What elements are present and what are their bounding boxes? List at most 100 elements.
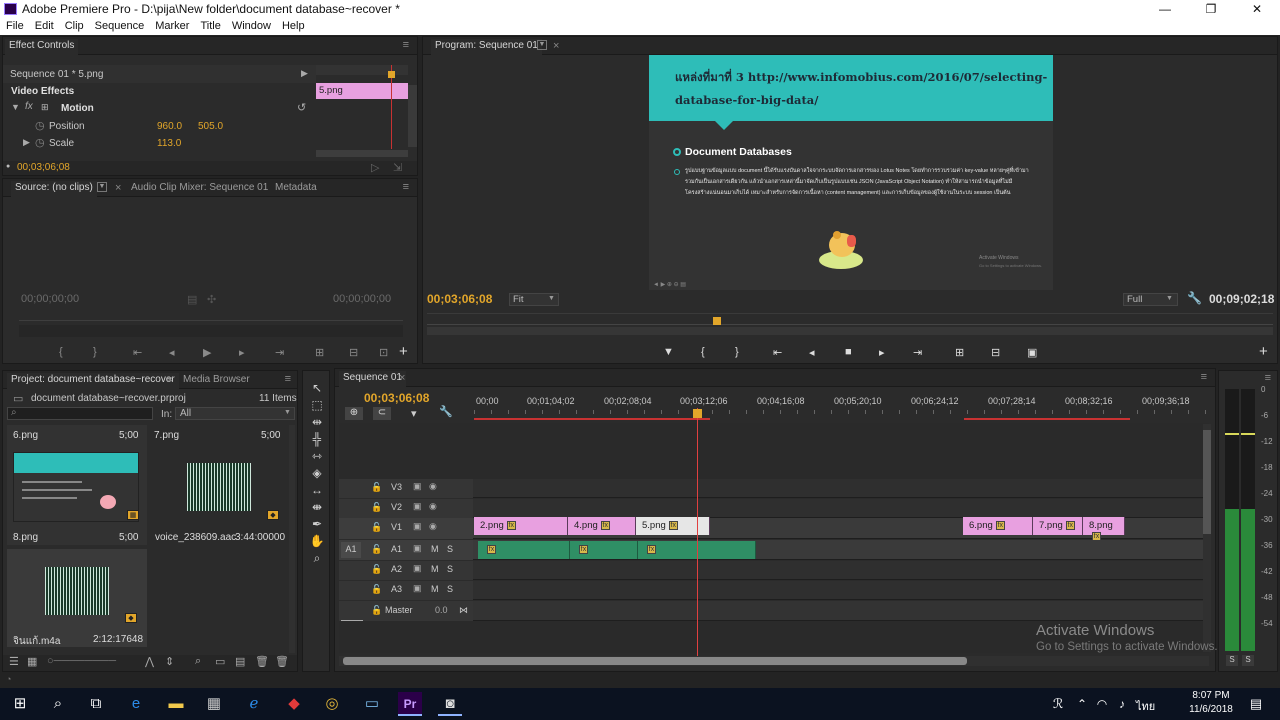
ec-timecode[interactable]: 00;03;06;08 xyxy=(17,162,70,173)
project-item[interactable]: 6.png 5;00 ▦ 8.png 5;00 xyxy=(7,425,147,545)
sync-lock-icon[interactable]: ▣ xyxy=(413,481,422,492)
track-name-a3[interactable]: A3 xyxy=(391,584,402,594)
export-frame-icon[interactable]: ⊡ xyxy=(379,346,388,359)
panel-menu-icon[interactable]: ≡ xyxy=(403,181,409,193)
play-arrow-icon[interactable]: ▶ xyxy=(301,68,308,79)
program-timecode[interactable]: 00;03;06;08 xyxy=(427,292,492,306)
play-icon[interactable]: ▶ xyxy=(203,346,211,359)
go-to-out-icon[interactable]: ⇥ xyxy=(275,346,284,359)
program-zoom-scrollbar[interactable] xyxy=(427,327,1273,335)
minimize-button[interactable]: — xyxy=(1142,0,1188,18)
lock-icon[interactable]: 🔓 xyxy=(371,544,382,555)
sync-lock-icon[interactable]: ▣ xyxy=(413,563,422,574)
lift-icon[interactable]: ⊞ xyxy=(955,346,964,359)
project-item[interactable]: 7.png 5;00 ◆ voice_238609.aac 3:44:00000 xyxy=(149,425,289,545)
add-button-icon[interactable]: + xyxy=(1259,343,1268,360)
notifications-icon[interactable]: ▤ xyxy=(1244,692,1268,716)
mute-button[interactable]: M xyxy=(431,544,439,554)
lock-icon[interactable]: 🔓 xyxy=(371,584,382,595)
clip-8png[interactable]: 8.pngfx xyxy=(1083,517,1125,541)
step-forward-icon[interactable]: ▸ xyxy=(879,346,885,359)
track-name-v2[interactable]: V2 xyxy=(391,502,402,512)
overwrite-icon[interactable]: ⊟ xyxy=(349,346,358,359)
zoom-tool-icon[interactable]: ⌕ xyxy=(309,551,325,567)
project-scrollbar[interactable] xyxy=(289,425,295,653)
master-volume[interactable]: 0.0 xyxy=(435,605,448,615)
panel-menu-icon[interactable]: ≡ xyxy=(1265,372,1271,384)
mark-in-icon[interactable]: { xyxy=(59,346,63,358)
program-playhead-marker[interactable] xyxy=(713,317,721,325)
new-bin-icon[interactable]: ▭ xyxy=(215,655,225,668)
quality-dropdown[interactable]: Full ▼ xyxy=(1123,293,1178,306)
clip-6png[interactable]: 6.png fx xyxy=(963,517,1033,535)
add-button-icon[interactable]: + xyxy=(399,343,408,360)
solo-button[interactable]: S xyxy=(447,584,453,594)
chrome-icon[interactable]: ◎ xyxy=(320,692,344,716)
track-name-v3[interactable]: V3 xyxy=(391,482,402,492)
stop-icon[interactable]: ■ xyxy=(845,346,852,358)
zoom-slider[interactable]: ○──────── xyxy=(47,655,116,667)
close-program-tab-icon[interactable]: × xyxy=(553,40,559,52)
fit-dropdown[interactable]: Fit ▼ xyxy=(509,293,559,306)
tab-metadata[interactable]: Metadata xyxy=(271,181,321,197)
extract-icon[interactable]: ⊟ xyxy=(991,346,1000,359)
screen-capture-icon[interactable]: ◙ xyxy=(438,692,462,716)
clip-7png[interactable]: 7.png fx xyxy=(1033,517,1083,535)
track-select-tool-icon[interactable]: ⬚ xyxy=(309,398,325,414)
app-red-icon[interactable]: ◆ xyxy=(282,692,306,716)
solo-button[interactable]: S xyxy=(447,544,453,554)
track-name-v1[interactable]: V1 xyxy=(391,522,402,532)
premiere-taskbar-icon[interactable]: Pr xyxy=(398,692,422,716)
slip-tool-icon[interactable]: ↔ xyxy=(309,483,325,499)
sync-lock-icon[interactable]: ▣ xyxy=(413,583,422,594)
panel-menu-icon[interactable]: ≡ xyxy=(403,39,409,51)
ripple-edit-tool-icon[interactable]: ⇹ xyxy=(309,415,325,431)
clear-icon[interactable]: 🗑 xyxy=(255,655,269,668)
ec-play-icon[interactable]: ▷ xyxy=(371,161,379,174)
timeline-settings-icon[interactable]: 🔧 xyxy=(439,405,453,418)
stopwatch-icon[interactable]: ◷ xyxy=(35,136,45,149)
source-dropdown-icon[interactable]: ▼ xyxy=(97,182,107,192)
timeline-v-scrollbar[interactable] xyxy=(1203,424,1211,652)
rate-stretch-tool-icon[interactable]: ⇿ xyxy=(309,449,325,465)
timeline-playhead-marker[interactable] xyxy=(693,409,702,418)
source-safe-margins-icon[interactable]: ▤ xyxy=(187,293,197,306)
solo-right-button[interactable]: S xyxy=(1242,655,1254,666)
volume-icon[interactable]: ♪ xyxy=(1110,692,1134,716)
solo-left-button[interactable]: S xyxy=(1226,655,1238,666)
people-icon[interactable]: ℛ xyxy=(1046,692,1070,716)
menu-help[interactable]: Help xyxy=(276,18,310,32)
sort-icon[interactable]: ⋀ xyxy=(145,655,154,668)
store-icon[interactable]: ▦ xyxy=(202,692,226,716)
add-marker-icon[interactable]: ▼ xyxy=(663,346,674,358)
in-dropdown[interactable]: All ▼ xyxy=(175,407,295,420)
source-ruler[interactable] xyxy=(19,311,403,321)
lock-icon[interactable]: 🔓 xyxy=(371,564,382,575)
file-explorer-icon[interactable]: ▬ xyxy=(164,692,188,716)
automate-sequence-icon[interactable]: ⇕ xyxy=(165,655,174,668)
eye-icon[interactable]: ◉ xyxy=(429,481,437,492)
new-item-icon[interactable]: ▤ xyxy=(235,655,245,668)
internet-explorer-icon[interactable]: ℯ xyxy=(242,692,266,716)
stopwatch-icon[interactable]: ◷ xyxy=(35,119,45,132)
go-to-edit-icon[interactable]: ⋈ xyxy=(459,605,468,616)
position-x-value[interactable]: 960.0 xyxy=(157,121,182,132)
menu-marker[interactable]: Marker xyxy=(149,18,194,32)
mark-out-icon[interactable]: } xyxy=(93,346,97,358)
ec-export-icon[interactable]: ⇲ xyxy=(393,161,402,174)
ec-scrollbar[interactable] xyxy=(408,85,417,147)
menu-clip[interactable]: Clip xyxy=(59,18,89,32)
mute-button[interactable]: M xyxy=(431,584,439,594)
ec-playhead-marker[interactable] xyxy=(388,71,395,78)
menu-sequence[interactable]: Sequence xyxy=(89,18,150,32)
track-name-a2[interactable]: A2 xyxy=(391,564,402,574)
language-indicator[interactable]: ไทย xyxy=(1136,697,1155,715)
source-tc-left[interactable]: 00;00;00;00 xyxy=(21,293,79,305)
close-source-tab-icon[interactable]: × xyxy=(115,182,121,194)
export-frame-icon[interactable]: ▣ xyxy=(1027,346,1037,359)
program-dropdown-icon[interactable]: ▼ xyxy=(537,40,547,50)
tab-media-browser[interactable]: Media Browser xyxy=(179,373,254,389)
position-y-value[interactable]: 505.0 xyxy=(198,121,223,132)
sync-lock-icon[interactable]: ▣ xyxy=(413,521,422,532)
menu-edit[interactable]: Edit xyxy=(29,18,59,32)
